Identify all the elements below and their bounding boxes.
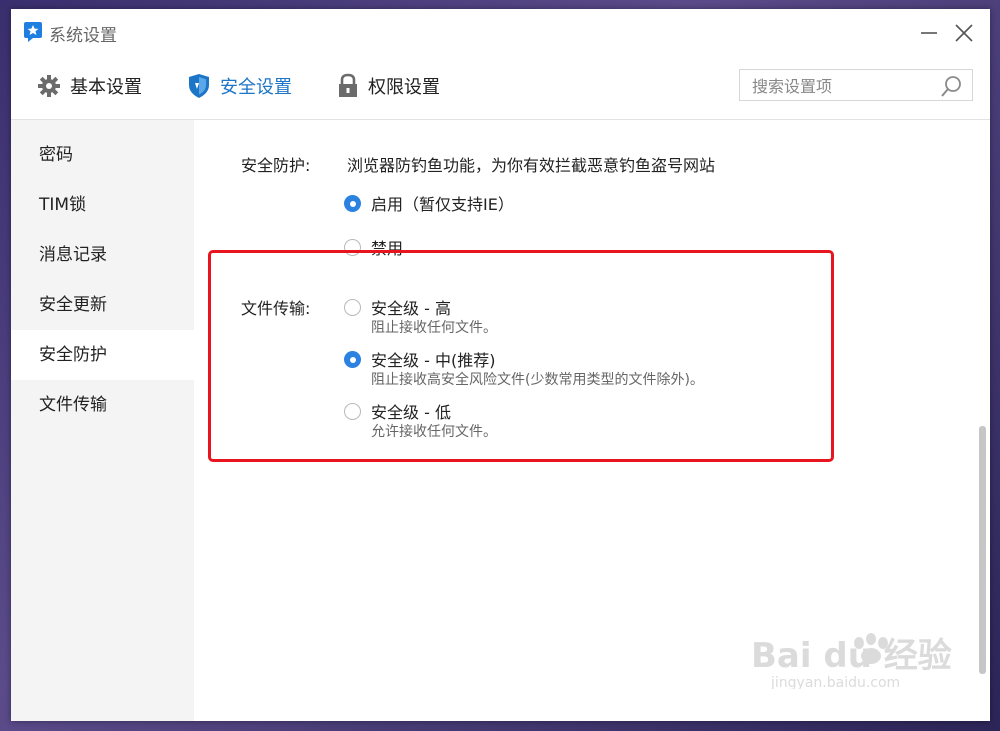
watermark-brand: Bai du 经验 (751, 636, 952, 676)
file-transfer-label: 文件传输: (241, 299, 311, 318)
watermark-url: jingyan.baidu.com (770, 675, 900, 689)
radio-button-checked[interactable] (344, 350, 361, 368)
radio-label: 启用（暂仅支持IE） (371, 195, 514, 214)
tab-label: 安全设置 (220, 77, 292, 98)
tab-basic-settings[interactable]: 基本设置 (37, 66, 142, 106)
radio-transfer-low[interactable]: 安全级 - 低 (344, 399, 451, 423)
radio-protection-enable[interactable]: 启用（暂仅支持IE） (344, 191, 514, 215)
transfer-high-description: 阻止接收任何文件。 (371, 320, 497, 336)
radio-label: 安全级 - 低 (371, 403, 451, 422)
baidu-watermark: Bai du 经验 jingyan.baidu.com (751, 629, 990, 691)
settings-window: 系统设置 基本设置 安全设置 权限设置 搜索设置项 密码 TIM锁 消息记录 安… (11, 9, 990, 721)
title-bar: 系统设置 (11, 9, 990, 56)
settings-tab-bar: 基本设置 安全设置 权限设置 (11, 56, 990, 119)
gear-icon (38, 75, 60, 97)
baidu-paw-icon: Bai du 经验 jingyan.baidu.com (751, 633, 952, 691)
settings-search-box (739, 69, 973, 102)
app-logo-icon (24, 22, 42, 42)
shield-icon (189, 74, 209, 98)
radio-label: 安全级 - 中(推荐) (371, 351, 496, 370)
close-icon[interactable] (952, 21, 976, 45)
minimize-icon[interactable] (917, 21, 941, 45)
transfer-low-description: 允许接收任何文件。 (371, 424, 497, 440)
tab-security-settings[interactable]: 安全设置 (187, 66, 292, 106)
sidebar-item-security-protection[interactable]: 安全防护 (11, 330, 194, 380)
tab-label: 基本设置 (70, 77, 142, 98)
transfer-medium-description: 阻止接收高安全风险文件(少数常用类型的文件除外)。 (371, 372, 704, 388)
sidebar-item-file-transfer[interactable]: 文件传输 (11, 380, 194, 430)
settings-sidebar: 密码 TIM锁 消息记录 安全更新 安全防护 文件传输 (11, 119, 194, 721)
radio-button-checked[interactable] (344, 194, 361, 212)
radio-button[interactable] (344, 402, 361, 420)
search-icon[interactable] (940, 74, 964, 98)
tab-label: 权限设置 (368, 77, 440, 98)
sidebar-item-message-history[interactable]: 消息记录 (11, 230, 194, 280)
security-protection-description: 浏览器防钓鱼功能，为你有效拦截恶意钓鱼盗号网站 (347, 156, 716, 175)
window-title: 系统设置 (49, 26, 117, 46)
lock-icon (339, 73, 357, 97)
radio-transfer-medium[interactable]: 安全级 - 中(推荐) (344, 347, 495, 371)
sidebar-item-password[interactable]: 密码 (11, 130, 194, 180)
highlight-box (208, 250, 834, 462)
radio-label: 安全级 - 高 (371, 299, 451, 318)
radio-transfer-high[interactable]: 安全级 - 高 (344, 295, 451, 319)
search-input[interactable] (750, 70, 944, 102)
sidebar-item-security-update[interactable]: 安全更新 (11, 280, 194, 330)
security-protection-label: 安全防护: (241, 156, 311, 175)
radio-button[interactable] (344, 298, 361, 316)
sidebar-item-tim-lock[interactable]: TIM锁 (11, 180, 194, 230)
tab-permission-settings[interactable]: 权限设置 (337, 66, 440, 106)
